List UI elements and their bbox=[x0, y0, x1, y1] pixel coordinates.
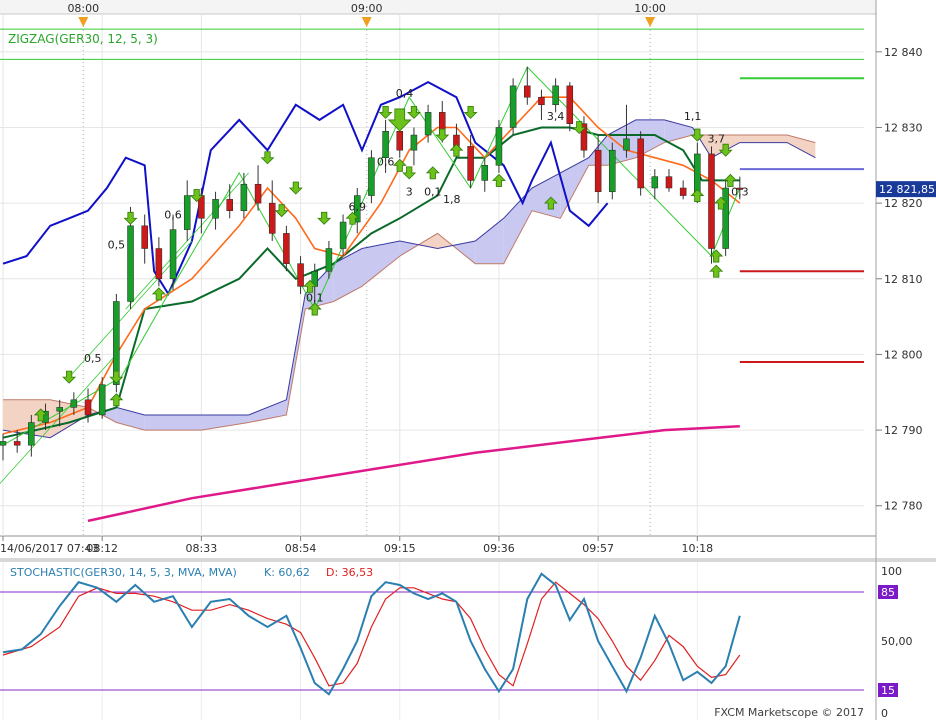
candle-down bbox=[467, 146, 474, 181]
candle-down bbox=[283, 233, 290, 264]
candle-up bbox=[325, 248, 333, 272]
y-tick-label: 12 780 bbox=[884, 500, 923, 513]
candle-down bbox=[141, 225, 148, 249]
value-label: 0,6 bbox=[377, 155, 395, 168]
candle-up bbox=[424, 112, 432, 136]
footer-copyright: FXCM Marketscope © 2017 bbox=[714, 706, 864, 719]
candle-up bbox=[127, 225, 134, 302]
candle-down bbox=[665, 176, 673, 189]
candle-up bbox=[98, 384, 106, 416]
candle-up bbox=[212, 199, 219, 219]
candle-up bbox=[722, 187, 729, 249]
value-label: 3,4 bbox=[547, 110, 565, 123]
cloud-segment bbox=[739, 135, 788, 143]
value-label: 0,1 bbox=[424, 186, 442, 199]
candle-up bbox=[481, 165, 489, 181]
stochastic-d-label: D: 36,53 bbox=[326, 566, 373, 579]
value-label: 3,7 bbox=[707, 133, 725, 146]
candle-up bbox=[183, 195, 191, 230]
stochastic-y-tick-label: 15 bbox=[881, 684, 895, 697]
candle-up bbox=[410, 134, 418, 151]
candle-up bbox=[70, 399, 78, 408]
candle-up bbox=[0, 441, 7, 446]
value-label: 1,1 bbox=[684, 110, 702, 123]
y-tick-label: 12 800 bbox=[884, 348, 923, 361]
value-label: 0,5 bbox=[84, 352, 102, 365]
y-tick-label: 12 790 bbox=[884, 424, 923, 437]
candle-up bbox=[382, 131, 389, 158]
candle-down bbox=[13, 441, 21, 446]
chart: 0,50,50,60,16,90,60,43 0,11,83,4 1,13,70,3… bbox=[0, 0, 936, 720]
x-tick-label: 08:33 bbox=[186, 542, 218, 555]
cloud-segment bbox=[144, 414, 202, 431]
candle-up bbox=[495, 127, 503, 166]
candle-down bbox=[155, 248, 163, 280]
x-tick-label: 09:57 bbox=[582, 542, 614, 555]
stochastic-y-tick-label: 50,00 bbox=[881, 635, 913, 648]
current-price-label: 12 821,85 bbox=[879, 183, 935, 196]
candle-down bbox=[396, 131, 404, 151]
value-label: 0,3 bbox=[731, 186, 749, 199]
session-label: 09:00 bbox=[351, 2, 383, 15]
candle-down bbox=[268, 202, 276, 234]
zigzag-indicator-label: ZIGZAG(GER30, 12, 5, 3) bbox=[8, 32, 158, 46]
candle-up bbox=[169, 229, 177, 280]
candle-down bbox=[524, 85, 531, 98]
stochastic-title: STOCHASTIC(GER30, 14, 5, 3, MVA, MVA) bbox=[10, 566, 237, 579]
y-tick-label: 12 820 bbox=[884, 197, 923, 210]
x-tick-label: 14/06/2017 07:43 bbox=[0, 542, 99, 555]
x-tick-label: 08:54 bbox=[285, 542, 317, 555]
x-tick-label: 10:18 bbox=[681, 542, 713, 555]
candle-down bbox=[538, 96, 545, 106]
candle-down bbox=[226, 199, 233, 211]
candle-down bbox=[708, 153, 715, 249]
candle-up bbox=[509, 85, 517, 128]
y-tick-label: 12 830 bbox=[884, 121, 923, 134]
candle-up bbox=[609, 149, 616, 193]
candle-up bbox=[623, 138, 630, 151]
candle-down bbox=[84, 399, 92, 416]
candle-down bbox=[254, 183, 262, 204]
candle-down bbox=[566, 85, 574, 124]
session-strip bbox=[0, 0, 876, 14]
session-label: 08:00 bbox=[67, 2, 99, 15]
value-label: 0,5 bbox=[108, 239, 126, 252]
value-label: 0,1 bbox=[306, 291, 324, 304]
value-label: 0,4 bbox=[396, 87, 414, 100]
candle-up bbox=[368, 157, 375, 196]
value-label: 1,8 bbox=[443, 193, 461, 206]
y-tick-label: 12 840 bbox=[884, 46, 923, 59]
candle-up bbox=[56, 407, 63, 412]
candle-up bbox=[28, 422, 35, 446]
candle-up bbox=[552, 85, 559, 106]
stochastic-y-tick-label: 85 bbox=[881, 586, 895, 599]
x-tick-label: 08:12 bbox=[86, 542, 118, 555]
panel-separator bbox=[0, 558, 936, 562]
value-label: 6,9 bbox=[348, 201, 366, 214]
candle-up bbox=[339, 221, 347, 249]
candle-down bbox=[297, 263, 304, 287]
candle-down bbox=[679, 187, 687, 196]
stochastic-y-tick-label: 0 bbox=[881, 707, 888, 720]
candle-up bbox=[651, 176, 659, 189]
session-label: 10:00 bbox=[634, 2, 666, 15]
candle-up bbox=[240, 183, 248, 211]
candle-down bbox=[594, 149, 602, 193]
value-label: 0,6 bbox=[164, 208, 182, 221]
stochastic-y-tick-label: 100 bbox=[881, 565, 902, 578]
candle-down bbox=[637, 138, 644, 189]
y-tick-label: 12 810 bbox=[884, 273, 923, 286]
stochastic-k-label: K: 60,62 bbox=[264, 566, 310, 579]
x-tick-label: 09:15 bbox=[384, 542, 416, 555]
value-label: 3 bbox=[406, 186, 413, 199]
x-tick-label: 09:36 bbox=[483, 542, 515, 555]
